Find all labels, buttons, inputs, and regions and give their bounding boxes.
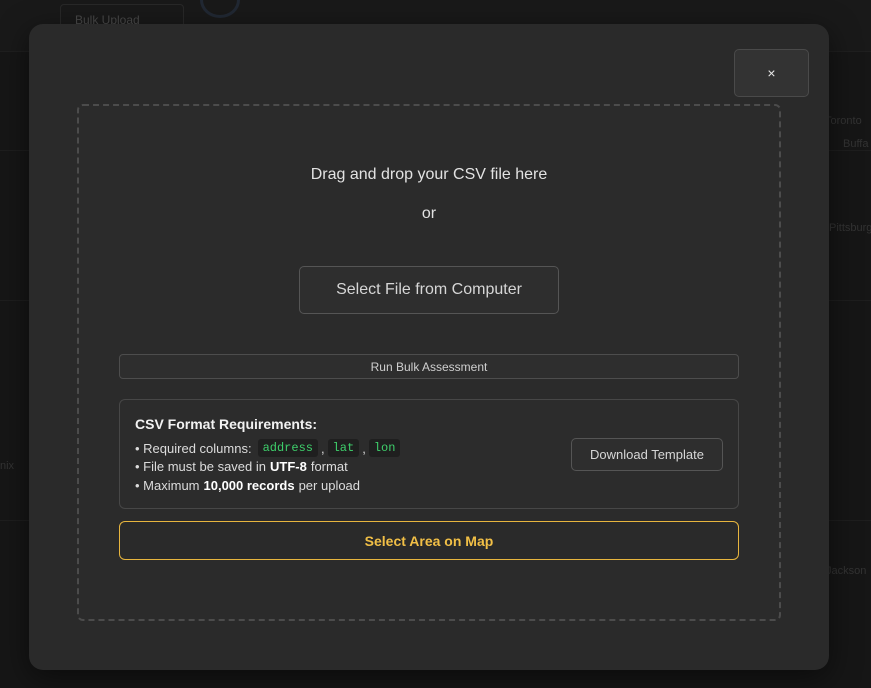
max-records-value: 10,000 records — [203, 478, 295, 493]
encoding-value: UTF-8 — [270, 459, 307, 474]
encoding-line: • File must be saved in UTF-8 format — [135, 459, 348, 474]
max-records-line: • Maximum 10,000 records per upload — [135, 478, 360, 493]
select-area-on-map-button[interactable]: Select Area on Map — [119, 521, 739, 560]
dropzone-or-text: or — [421, 205, 437, 222]
required-columns-line: • Required columns: address , lat , lon — [135, 439, 402, 457]
column-address: address — [257, 439, 318, 457]
encoding-prefix: • File must be saved in — [135, 459, 266, 474]
requirements-title: CSV Format Requirements: — [135, 416, 318, 432]
bulk-upload-modal: × Drag and drop your CSV file here or Se… — [29, 24, 829, 670]
close-button[interactable]: × — [734, 49, 809, 97]
dropzone-title: Drag and drop your CSV file here — [310, 166, 548, 183]
csv-dropzone[interactable]: Drag and drop your CSV file here or Sele… — [77, 104, 781, 621]
required-columns-label: • Required columns: — [135, 440, 252, 456]
column-lat: lat — [327, 439, 360, 457]
download-template-button[interactable]: Download Template — [571, 438, 723, 471]
column-separator: , — [362, 440, 366, 456]
column-lon: lon — [368, 439, 401, 457]
max-records-suffix: per upload — [298, 478, 361, 493]
select-file-button[interactable]: Select File from Computer — [299, 266, 559, 314]
csv-requirements-panel: CSV Format Requirements: • Required colu… — [119, 399, 739, 509]
max-records-prefix: • Maximum — [135, 478, 200, 493]
run-bulk-assessment-button[interactable]: Run Bulk Assessment — [119, 354, 739, 379]
column-separator: , — [320, 440, 325, 456]
encoding-suffix: format — [310, 459, 348, 474]
